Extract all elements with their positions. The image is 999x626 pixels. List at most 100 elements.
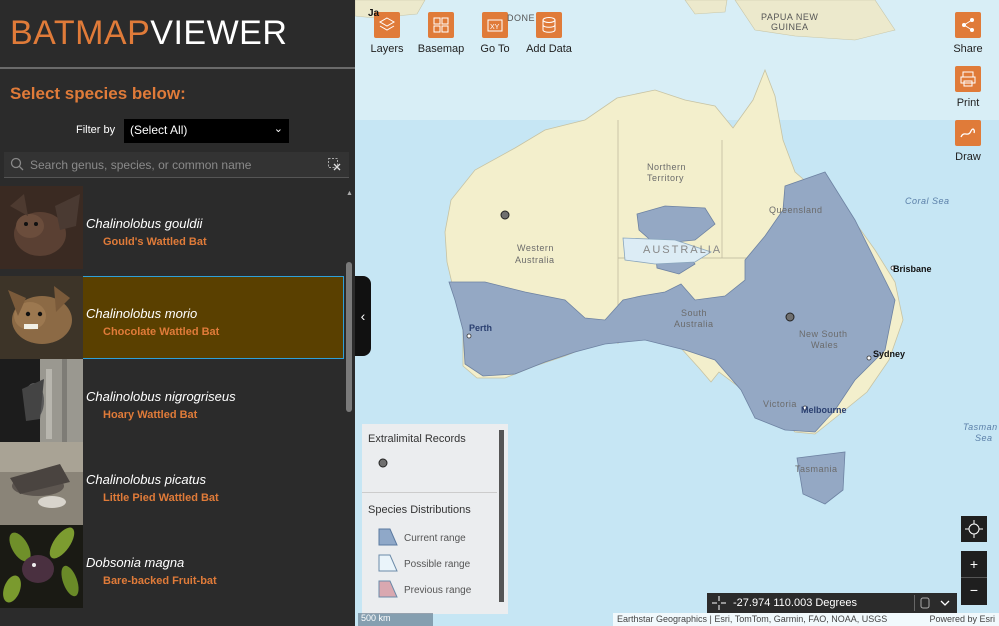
legend-scrollbar[interactable]: [499, 430, 504, 602]
legend-previous-range: Previous range: [404, 585, 472, 596]
app: BATMAPVIEWER Select species below: Filte…: [0, 0, 999, 626]
search-input[interactable]: [30, 155, 320, 175]
add-data-icon: [542, 17, 556, 33]
species-common-name: Chocolate Wattled Bat: [103, 326, 220, 338]
label-western-australia: Australia: [515, 255, 555, 265]
scroll-up-icon[interactable]: ▲: [346, 190, 353, 197]
print-button[interactable]: Print: [951, 66, 985, 109]
label-northern: Northern: [647, 162, 687, 172]
label-indonesia-fragment: DONE: [507, 13, 536, 23]
label-territory: Territory: [647, 173, 685, 183]
search-icon: [10, 157, 24, 171]
label-victoria: Victoria: [763, 399, 797, 409]
scrollbar-thumb[interactable]: [346, 262, 352, 412]
species-item-selected[interactable]: Chalinolobus morio Chocolate Wattled Bat: [0, 276, 344, 359]
basemap-button[interactable]: Basemap: [417, 12, 465, 55]
species-scientific-name: Dobsonia magna: [86, 555, 185, 570]
species-search: [4, 152, 349, 178]
species-photo: [0, 359, 83, 442]
label-papua: PAPUA NEW: [761, 12, 819, 22]
goto-icon: XY: [487, 19, 503, 32]
legend-extralimital-title: Extralimital Records: [368, 433, 466, 445]
label-western: Western: [517, 243, 554, 253]
layers-label: Layers: [370, 43, 404, 55]
city-perth: Perth: [469, 323, 493, 333]
clear-search-icon[interactable]: [328, 158, 341, 171]
label-new-south: New South: [799, 329, 848, 339]
zoom-out-button[interactable]: −: [961, 578, 987, 605]
species-common-name: Bare-backed Fruit-bat: [103, 575, 217, 587]
logo-part-2: VIEWER: [150, 14, 288, 52]
species-photo: [0, 442, 83, 525]
collapse-panel-button[interactable]: ‹: [355, 276, 371, 356]
species-common-name: Gould's Wattled Bat: [103, 236, 207, 248]
locate-button[interactable]: [961, 516, 987, 542]
species-common-name: Little Pied Wattled Bat: [103, 492, 219, 504]
print-icon: [960, 71, 976, 87]
goto-label: Go To: [480, 43, 510, 55]
select-species-title: Select species below:: [10, 84, 186, 103]
label-south-australia: Australia: [674, 319, 714, 329]
filter-dropdown-value: (Select All): [130, 123, 188, 137]
label-tasman-sea: Sea: [975, 433, 993, 443]
filter-label: Filter by: [76, 124, 116, 136]
species-list: Chalinolobus gouldii Gould's Wattled Bat: [0, 186, 344, 626]
draw-icon: [960, 128, 975, 138]
share-label: Share: [953, 43, 983, 55]
species-scientific-name: Chalinolobus morio: [86, 306, 198, 321]
label-tasmania: Tasmania: [795, 464, 838, 474]
legend-separator: [362, 492, 497, 493]
svg-text:XY: XY: [490, 24, 500, 31]
species-list-scrollbar[interactable]: ▲: [344, 186, 355, 626]
species-scientific-name: Chalinolobus nigrogriseus: [86, 389, 236, 404]
label-tasman: Tasman: [963, 422, 998, 432]
app-logo: BATMAPVIEWER: [10, 14, 287, 53]
species-item[interactable]: Dobsonia magna Bare-backed Fruit-bat: [0, 525, 344, 608]
label-queensland: Queensland: [769, 205, 823, 215]
label-guinea: GUINEA: [771, 22, 809, 32]
previous-range-swatch: [378, 580, 398, 598]
species-common-name: Hoary Wattled Bat: [103, 409, 198, 421]
layers-icon: [378, 17, 396, 31]
crosshair-icon[interactable]: [712, 596, 726, 610]
city-melbourne: Melbourne: [801, 405, 847, 415]
species-scientific-name: Chalinolobus gouldii: [86, 216, 203, 231]
coordinate-readout: -27.974 110.003 Degrees: [707, 593, 957, 613]
label-jakarta-fragment: Ja: [368, 8, 380, 19]
species-item[interactable]: Chalinolobus nigrogriseus Hoary Wattled …: [0, 359, 344, 442]
species-item[interactable]: Chalinolobus gouldii Gould's Wattled Bat: [0, 186, 344, 269]
coordinate-value: -27.974 110.003 Degrees: [733, 597, 857, 609]
filter-dropdown[interactable]: (Select All) ⌄: [124, 119, 289, 143]
legend-current-range: Current range: [404, 533, 466, 544]
extralimital-point-icon: [378, 458, 388, 468]
chevron-down-icon[interactable]: [939, 597, 951, 609]
logo-part-1: BATMAP: [10, 14, 151, 52]
add-data-label: Add Data: [526, 43, 572, 55]
species-scientific-name: Chalinolobus picatus: [86, 472, 206, 487]
species-item[interactable]: Chalinolobus picatus Little Pied Wattled…: [0, 442, 344, 525]
zoom-in-button[interactable]: +: [961, 551, 987, 578]
basemap-icon: [433, 17, 449, 33]
attribution-bar: Earthstar Geographics | Esri, TomTom, Ga…: [613, 613, 999, 626]
attribution-text: Earthstar Geographics | Esri, TomTom, Ga…: [617, 614, 888, 624]
print-label: Print: [956, 97, 980, 109]
label-coral-sea: Coral Sea: [905, 196, 950, 206]
label-wales: Wales: [811, 340, 839, 350]
copy-icon[interactable]: [919, 597, 931, 609]
city-brisbane: Brisbane: [893, 264, 932, 274]
city-sydney: Sydney: [873, 349, 906, 359]
species-photo: [0, 186, 83, 269]
legend-distributions-title: Species Distributions: [368, 504, 471, 516]
scale-bar: 500 km: [358, 613, 433, 626]
label-australia: AUSTRALIA: [643, 244, 723, 256]
chevron-down-icon: ⌄: [273, 123, 283, 135]
map-legend: Extralimital Records Species Distributio…: [362, 424, 508, 614]
share-button[interactable]: Share: [951, 12, 985, 55]
coordinate-separator: [914, 595, 915, 611]
share-icon: [962, 18, 974, 32]
draw-button[interactable]: Draw: [951, 120, 985, 163]
powered-by-esri[interactable]: Powered by Esri: [929, 614, 995, 624]
label-south: South: [681, 308, 708, 318]
legend-possible-range: Possible range: [404, 559, 471, 570]
current-range-swatch: [378, 528, 398, 546]
